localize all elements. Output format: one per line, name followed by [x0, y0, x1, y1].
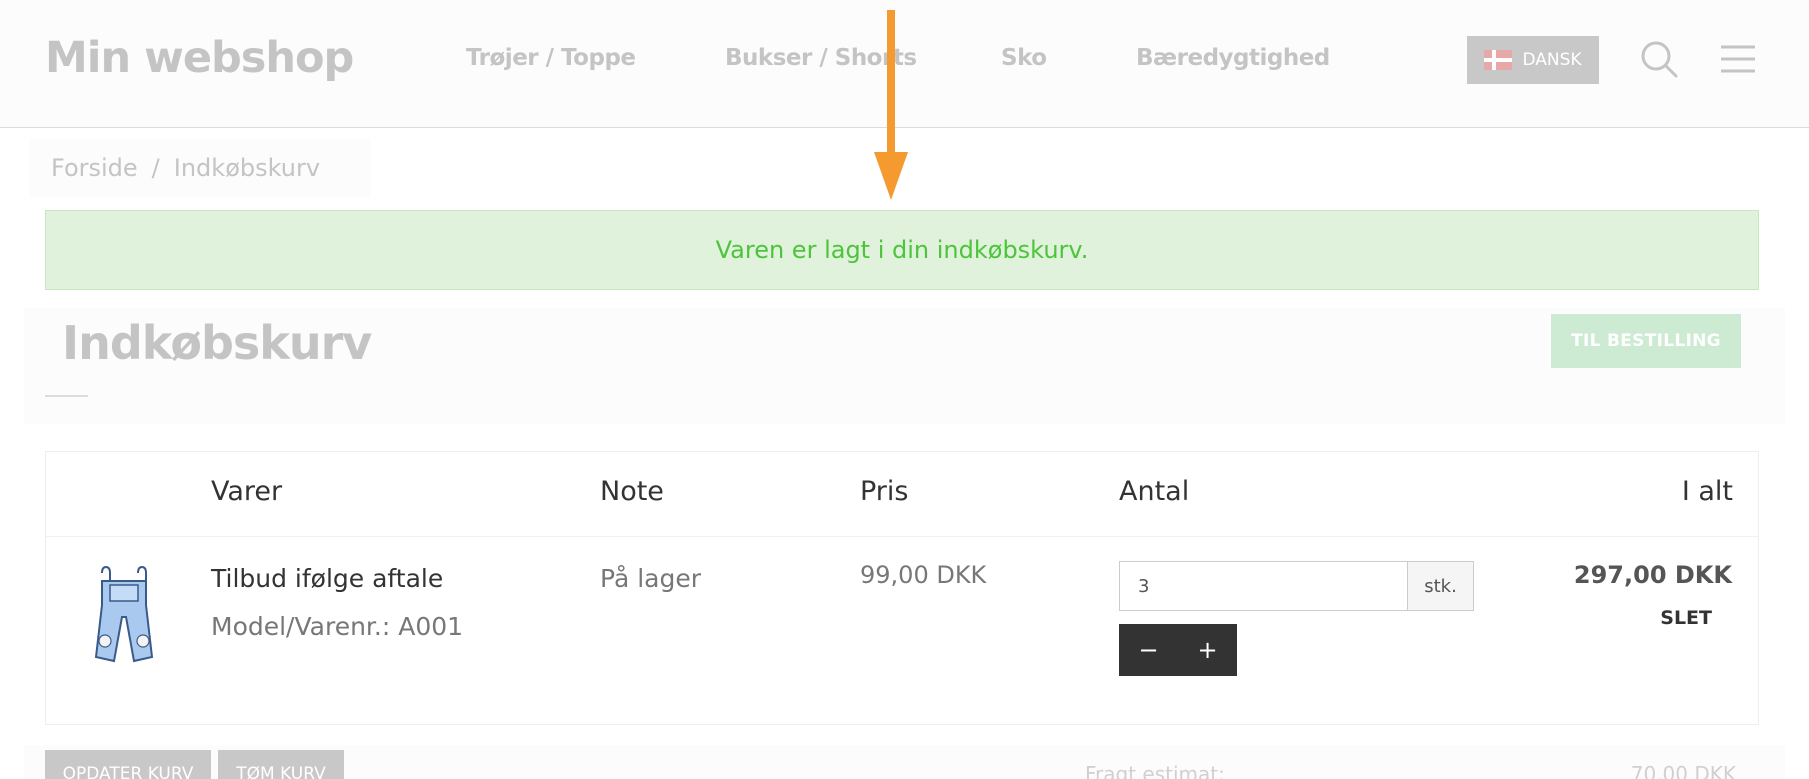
stock-status: På lager: [600, 564, 702, 593]
freight-estimate-label: Fragt estimat:: [1085, 762, 1225, 779]
breadcrumb-separator: /: [151, 154, 160, 182]
unit-price: 99,00 DKK: [860, 561, 987, 589]
column-header-price: Pris: [860, 476, 909, 507]
success-alert: Varen er lagt i din indkøbskurv.: [45, 210, 1759, 290]
danish-flag-icon: [1484, 50, 1513, 70]
column-header-total: I alt: [1681, 476, 1733, 507]
column-header-qty: Antal: [1119, 476, 1190, 507]
nav-item-tops[interactable]: Trøjer / Toppe: [466, 45, 636, 71]
decrease-quantity-button[interactable]: −: [1119, 624, 1178, 676]
row-divider: [46, 536, 1758, 537]
nav-item-sustainability[interactable]: Bæredygtighed: [1136, 45, 1330, 71]
title-underline: [45, 395, 88, 397]
increase-quantity-button[interactable]: +: [1178, 624, 1237, 676]
product-model-number: Model/Varenr.: A001: [211, 612, 464, 641]
quantity-value: 3: [1138, 575, 1150, 597]
column-header-items: Varer: [211, 476, 283, 507]
delete-item-button[interactable]: SLET: [1660, 607, 1712, 629]
column-header-note: Note: [600, 476, 664, 507]
alert-message: Varen er lagt i din indkøbskurv.: [715, 236, 1089, 264]
language-label: DANSK: [1522, 50, 1582, 70]
empty-cart-button[interactable]: TØM KURV: [218, 750, 344, 779]
line-total: 297,00 DKK: [1573, 561, 1732, 589]
checkout-button[interactable]: TIL BESTILLING: [1551, 314, 1741, 368]
update-cart-button[interactable]: OPDATER KURV: [45, 750, 211, 779]
freight-estimate-value: 70,00 DKK: [1630, 762, 1736, 779]
site-logo[interactable]: Min webshop: [45, 33, 354, 83]
product-image[interactable]: [88, 565, 160, 665]
product-name[interactable]: Tilbud ifølge aftale: [211, 564, 443, 593]
quantity-stepper: − +: [1119, 624, 1237, 676]
breadcrumb: Forside / Indkøbskurv: [30, 138, 370, 198]
hamburger-menu-icon[interactable]: [1720, 44, 1756, 74]
annotation-arrow-icon: [874, 10, 908, 200]
nav-item-shoes[interactable]: Sko: [1001, 45, 1047, 71]
breadcrumb-current: Indkøbskurv: [173, 154, 321, 182]
breadcrumb-home[interactable]: Forside: [51, 154, 138, 182]
page-title: Indkøbskurv: [62, 316, 372, 370]
search-icon[interactable]: [1640, 40, 1678, 78]
quantity-unit: stk.: [1407, 561, 1474, 611]
quantity-input[interactable]: 3: [1119, 561, 1408, 611]
language-button[interactable]: DANSK: [1467, 36, 1599, 84]
